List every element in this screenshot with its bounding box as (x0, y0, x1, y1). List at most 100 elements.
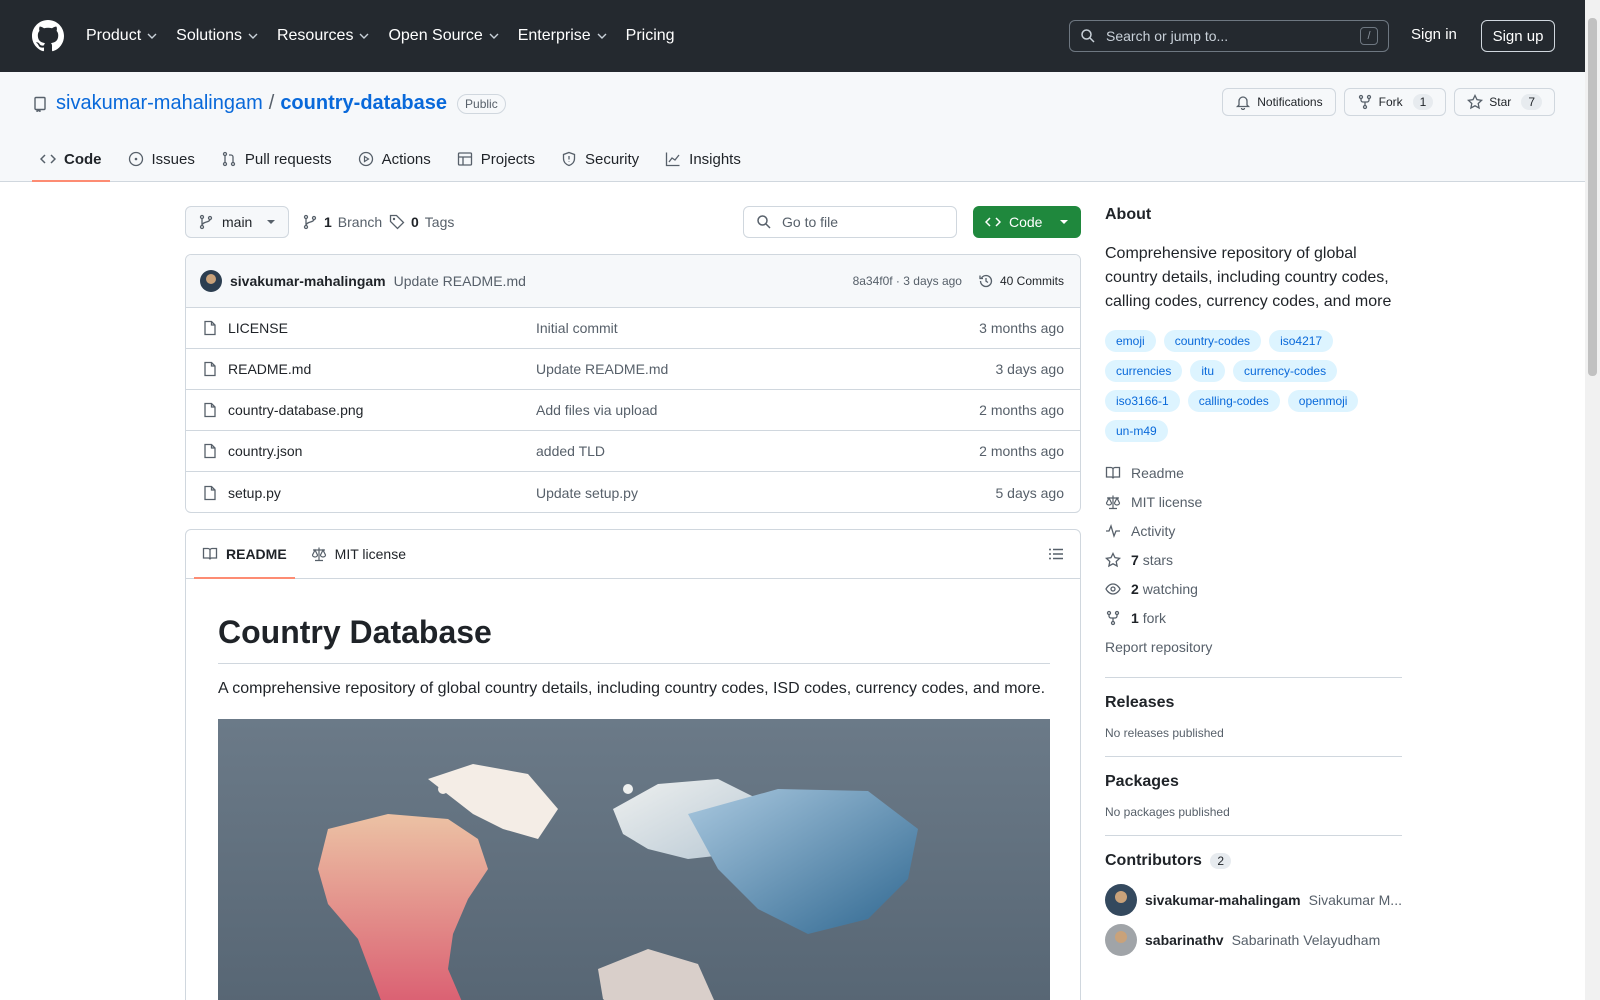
contributor-name: Sivakumar M... (1308, 892, 1402, 908)
activity-link-label: Activity (1131, 522, 1176, 539)
code-dropdown-button[interactable]: Code (973, 206, 1081, 238)
scrollbar-thumb[interactable] (1588, 18, 1597, 376)
nav-solutions[interactable]: Solutions (176, 27, 259, 45)
issue-opened-icon (128, 151, 143, 167)
top-header: Product Solutions Resources Open Source … (0, 0, 1585, 72)
topic-tag[interactable]: emoji (1105, 330, 1156, 352)
file-commit-message[interactable]: Initial commit (536, 320, 979, 336)
file-name-link[interactable]: country.json (228, 443, 302, 459)
file-name-link[interactable]: LICENSE (228, 320, 288, 336)
topic-tag[interactable]: country-codes (1163, 330, 1262, 352)
nav-resources[interactable]: Resources (277, 27, 370, 45)
chevron-down-icon (147, 33, 157, 39)
tab-security[interactable]: Security (553, 136, 647, 182)
tab-projects[interactable]: Projects (449, 136, 543, 182)
commits-history-link[interactable]: 40 Commits (978, 273, 1064, 289)
releases-heading[interactable]: Releases (1105, 694, 1402, 712)
search-input[interactable]: Search or jump to... / (1069, 20, 1389, 52)
license-link[interactable]: MIT license (1105, 487, 1402, 516)
repo-owner-link[interactable]: sivakumar-mahalingam (56, 92, 263, 115)
branch-select-button[interactable]: main (185, 206, 289, 238)
nav-open-source[interactable]: Open Source (388, 27, 499, 45)
nav-label: Pricing (625, 27, 675, 44)
file-commit-message[interactable]: added TLD (536, 443, 979, 459)
contributor-item[interactable]: sabarinathv Sabarinath Velayudham (1105, 920, 1402, 960)
nav-product[interactable]: Product (86, 27, 158, 45)
file-row[interactable]: country-database.png Add files via uploa… (186, 390, 1080, 431)
nav-pricing[interactable]: Pricing (626, 27, 675, 45)
star-button[interactable]: Star 7 (1454, 88, 1555, 116)
commit-message-link[interactable]: Update README.md (394, 273, 526, 289)
file-name-link[interactable]: country-database.png (228, 402, 363, 418)
topic-tag[interactable]: itu (1190, 360, 1226, 382)
notifications-button[interactable]: Notifications (1222, 88, 1336, 116)
repo-name-link[interactable]: country-database (280, 92, 447, 115)
chevron-down-icon (248, 33, 258, 39)
file-name-cell: country.json (202, 443, 536, 459)
tab-insights[interactable]: Insights (657, 136, 749, 182)
github-logo-icon[interactable] (32, 20, 64, 52)
fork-button[interactable]: Fork 1 (1343, 88, 1447, 116)
contributors-list: sivakumar-mahalingam Sivakumar M... saba… (1105, 880, 1402, 960)
file-name-link[interactable]: README.md (228, 361, 311, 377)
file-commit-message[interactable]: Update setup.py (536, 485, 996, 501)
repo-title: sivakumar-mahalingam / country-database … (32, 92, 506, 115)
topic-tag[interactable]: un-m49 (1105, 420, 1168, 442)
list-unordered-icon[interactable] (1048, 546, 1064, 562)
topic-tag[interactable]: iso3166-1 (1105, 390, 1180, 412)
go-to-file-input[interactable]: Go to file (743, 206, 957, 238)
readme-link-label: Readme (1131, 464, 1184, 481)
tab-code[interactable]: Code (32, 136, 110, 182)
tab-label: Security (584, 150, 640, 168)
file-row[interactable]: LICENSE Initial commit 3 months ago (186, 308, 1080, 349)
file-row[interactable]: country.json added TLD 2 months ago (186, 431, 1080, 472)
tab-actions[interactable]: Actions (350, 136, 439, 182)
tab-readme[interactable]: README (194, 530, 295, 579)
commit-author-link[interactable]: sivakumar-mahalingam (230, 273, 386, 289)
branches-link[interactable]: 1 Branch (302, 214, 382, 230)
avatar[interactable] (200, 270, 222, 292)
tags-link[interactable]: 0 Tags (389, 214, 454, 230)
nav-label: Product (86, 27, 142, 44)
nav-enterprise[interactable]: Enterprise (518, 27, 608, 45)
activity-link[interactable]: Activity (1105, 516, 1402, 545)
topic-tag[interactable]: openmoji (1287, 390, 1359, 412)
file-icon (204, 320, 216, 336)
about-heading: About (1105, 206, 1152, 223)
tab-pull-requests[interactable]: Pull requests (213, 136, 340, 182)
file-row[interactable]: README.md Update README.md 3 days ago (186, 349, 1080, 390)
tag-label: Tags (424, 214, 455, 230)
chevron-down-icon (597, 33, 607, 39)
table-icon (457, 152, 472, 166)
sign-in-link[interactable]: Sign in (1411, 26, 1457, 43)
tab-label: Issues (151, 150, 195, 168)
readme-link[interactable]: Readme (1105, 458, 1402, 487)
topic-tag[interactable]: currency-codes (1233, 360, 1338, 382)
watching-link[interactable]: 2 watching (1105, 574, 1402, 603)
play-circle-icon (358, 151, 373, 167)
packages-heading[interactable]: Packages (1105, 773, 1402, 791)
topic-tag[interactable]: calling-codes (1187, 390, 1280, 412)
file-row[interactable]: setup.py Update setup.py 5 days ago (186, 472, 1080, 512)
forks-link[interactable]: 1 fork (1105, 603, 1402, 632)
report-repository-link[interactable]: Report repository (1105, 632, 1402, 661)
sign-up-button[interactable]: Sign up (1481, 20, 1555, 52)
readme-tabs: README MIT license (186, 530, 1080, 579)
pulse-icon (1106, 523, 1120, 538)
contributors-heading[interactable]: Contributors 2 (1105, 852, 1402, 870)
search-icon (1081, 29, 1095, 43)
file-name-link[interactable]: setup.py (228, 485, 281, 501)
commit-meta: 8a34f0f · 3 days ago 40 Commits (853, 273, 1064, 289)
tab-license[interactable]: MIT license (303, 530, 414, 579)
topic-tag[interactable]: iso4217 (1269, 330, 1334, 352)
topic-tag[interactable]: currencies (1105, 360, 1183, 382)
file-commit-message[interactable]: Update README.md (536, 361, 996, 377)
commit-sha-time[interactable]: 8a34f0f · 3 days ago (853, 274, 962, 288)
file-commit-message[interactable]: Add files via upload (536, 402, 979, 418)
contributor-item[interactable]: sivakumar-mahalingam Sivakumar M... (1105, 880, 1402, 920)
file-browser: sivakumar-mahalingam Update README.md 8a… (185, 254, 1081, 513)
stars-count: 7 (1131, 551, 1139, 568)
stars-link[interactable]: 7 stars (1105, 545, 1402, 574)
repo-icon (34, 96, 46, 112)
tab-issues[interactable]: Issues (120, 136, 203, 182)
